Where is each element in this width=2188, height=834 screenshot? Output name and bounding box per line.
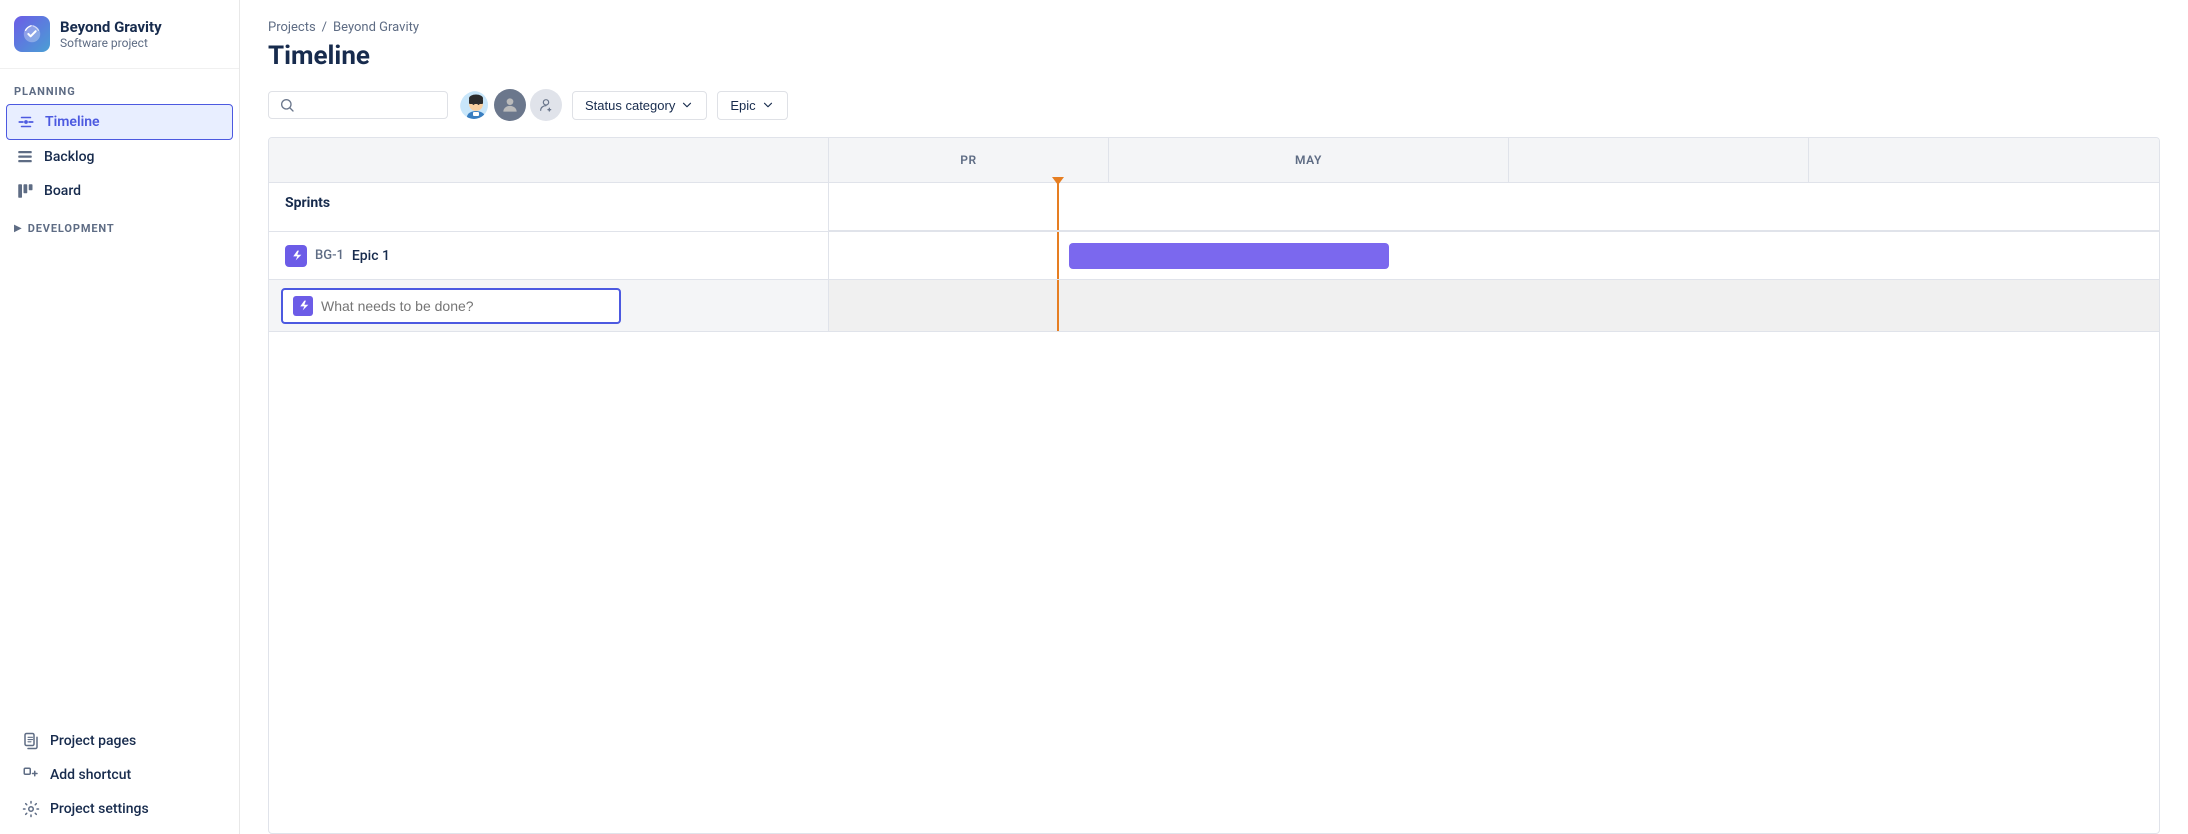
main-content: Projects / Beyond Gravity Timeline <box>240 0 2188 834</box>
epic-label: Epic <box>730 98 755 113</box>
epic-name: Epic 1 <box>352 248 390 264</box>
avatar-group <box>458 89 562 121</box>
timeline-month-headers: PR MAY <box>269 138 2159 183</box>
avatar-user[interactable] <box>458 89 490 121</box>
project-name: Beyond Gravity <box>60 18 162 36</box>
new-task-input[interactable] <box>321 298 609 314</box>
backlog-nav-label: Backlog <box>44 149 94 165</box>
project-settings-label: Project settings <box>50 801 149 817</box>
backlog-icon <box>16 148 34 166</box>
today-line-input <box>1057 280 1059 331</box>
epic-badge <box>285 245 307 267</box>
search-input[interactable] <box>301 97 437 113</box>
epic-id: BG-1 <box>315 248 344 263</box>
project-pages-label: Project pages <box>50 733 136 749</box>
chevron-right-icon: ▶ <box>14 223 22 234</box>
timeline-icon <box>17 113 35 131</box>
project-pages-icon <box>22 732 40 750</box>
toolbar: Status category Epic <box>240 89 2188 137</box>
planning-section-label: PLANNING <box>0 69 239 104</box>
epic-row: BG-1 Epic 1 <box>269 232 2159 280</box>
sidebar-header: Beyond Gravity Software project <box>0 0 239 69</box>
today-line-epic <box>1057 232 1059 279</box>
sidebar: Beyond Gravity Software project PLANNING… <box>0 0 240 834</box>
month-may: MAY <box>1109 138 1509 182</box>
sidebar-bottom-nav: Project pages Add shortcut <box>0 724 239 826</box>
page-title: Timeline <box>268 41 2160 71</box>
development-section[interactable]: ▶ DEVELOPMENT <box>0 208 239 241</box>
project-type: Software project <box>60 36 162 50</box>
month-header-empty <box>269 138 829 182</box>
epic-label-cell: BG-1 Epic 1 <box>269 232 829 279</box>
new-task-row <box>269 280 2159 332</box>
sidebar-item-timeline[interactable]: Timeline <box>6 104 233 140</box>
sidebar-item-project-pages[interactable]: Project pages <box>12 724 227 758</box>
chevron-down-icon <box>680 98 694 112</box>
add-shortcut-icon <box>22 766 40 784</box>
sprints-label-cell: Sprints <box>269 183 829 231</box>
today-marker <box>1052 177 1064 185</box>
timeline-container: PR MAY Sprints <box>240 137 2188 834</box>
sidebar-item-board[interactable]: Board <box>6 174 233 208</box>
sprints-gantt-cell <box>829 183 2159 231</box>
timeline-grid: PR MAY Sprints <box>268 137 2160 834</box>
board-icon <box>16 182 34 200</box>
project-settings-icon <box>22 800 40 818</box>
month-extra <box>1509 138 1809 182</box>
sprints-label: Sprints <box>285 195 330 211</box>
project-icon <box>14 16 50 52</box>
epic-filter[interactable]: Epic <box>717 91 787 120</box>
add-shortcut-label: Add shortcut <box>50 767 131 783</box>
sidebar-item-backlog[interactable]: Backlog <box>6 140 233 174</box>
search-icon <box>279 97 295 113</box>
board-nav-label: Board <box>44 183 81 199</box>
sidebar-item-add-shortcut[interactable]: Add shortcut <box>12 758 227 792</box>
status-category-label: Status category <box>585 98 675 113</box>
new-task-label-cell <box>269 280 829 331</box>
sidebar-item-project-settings[interactable]: Project settings <box>12 792 227 826</box>
month-apr: PR <box>829 138 1109 182</box>
development-label: DEVELOPMENT <box>28 222 115 235</box>
timeline-nav-label: Timeline <box>45 114 100 130</box>
breadcrumb-projects[interactable]: Projects <box>268 20 316 35</box>
epic-gantt-cell <box>829 232 2159 279</box>
new-task-input-box[interactable] <box>281 288 621 324</box>
breadcrumb-project[interactable]: Beyond Gravity <box>333 20 419 35</box>
project-info: Beyond Gravity Software project <box>60 18 162 50</box>
page-header: Projects / Beyond Gravity Timeline <box>240 0 2188 89</box>
today-line-header <box>1057 183 1059 230</box>
search-box[interactable] <box>268 91 448 119</box>
new-task-gantt-cell <box>829 280 2159 331</box>
status-category-filter[interactable]: Status category <box>572 91 707 120</box>
bottom-nav-list: Project pages Add shortcut <box>6 724 233 826</box>
lightning-icon <box>290 249 303 262</box>
planning-nav: Timeline Backlog Board <box>0 104 239 208</box>
sprints-row: Sprints <box>269 183 2159 232</box>
epic-gantt-bar[interactable] <box>1069 243 1389 269</box>
breadcrumb: Projects / Beyond Gravity <box>268 20 2160 35</box>
add-avatar-button[interactable] <box>530 89 562 121</box>
breadcrumb-separator: / <box>322 20 327 35</box>
avatar-placeholder[interactable] <box>494 89 526 121</box>
new-task-lightning-icon <box>297 299 310 312</box>
epic-chevron-down-icon <box>761 98 775 112</box>
new-task-badge <box>293 296 313 316</box>
